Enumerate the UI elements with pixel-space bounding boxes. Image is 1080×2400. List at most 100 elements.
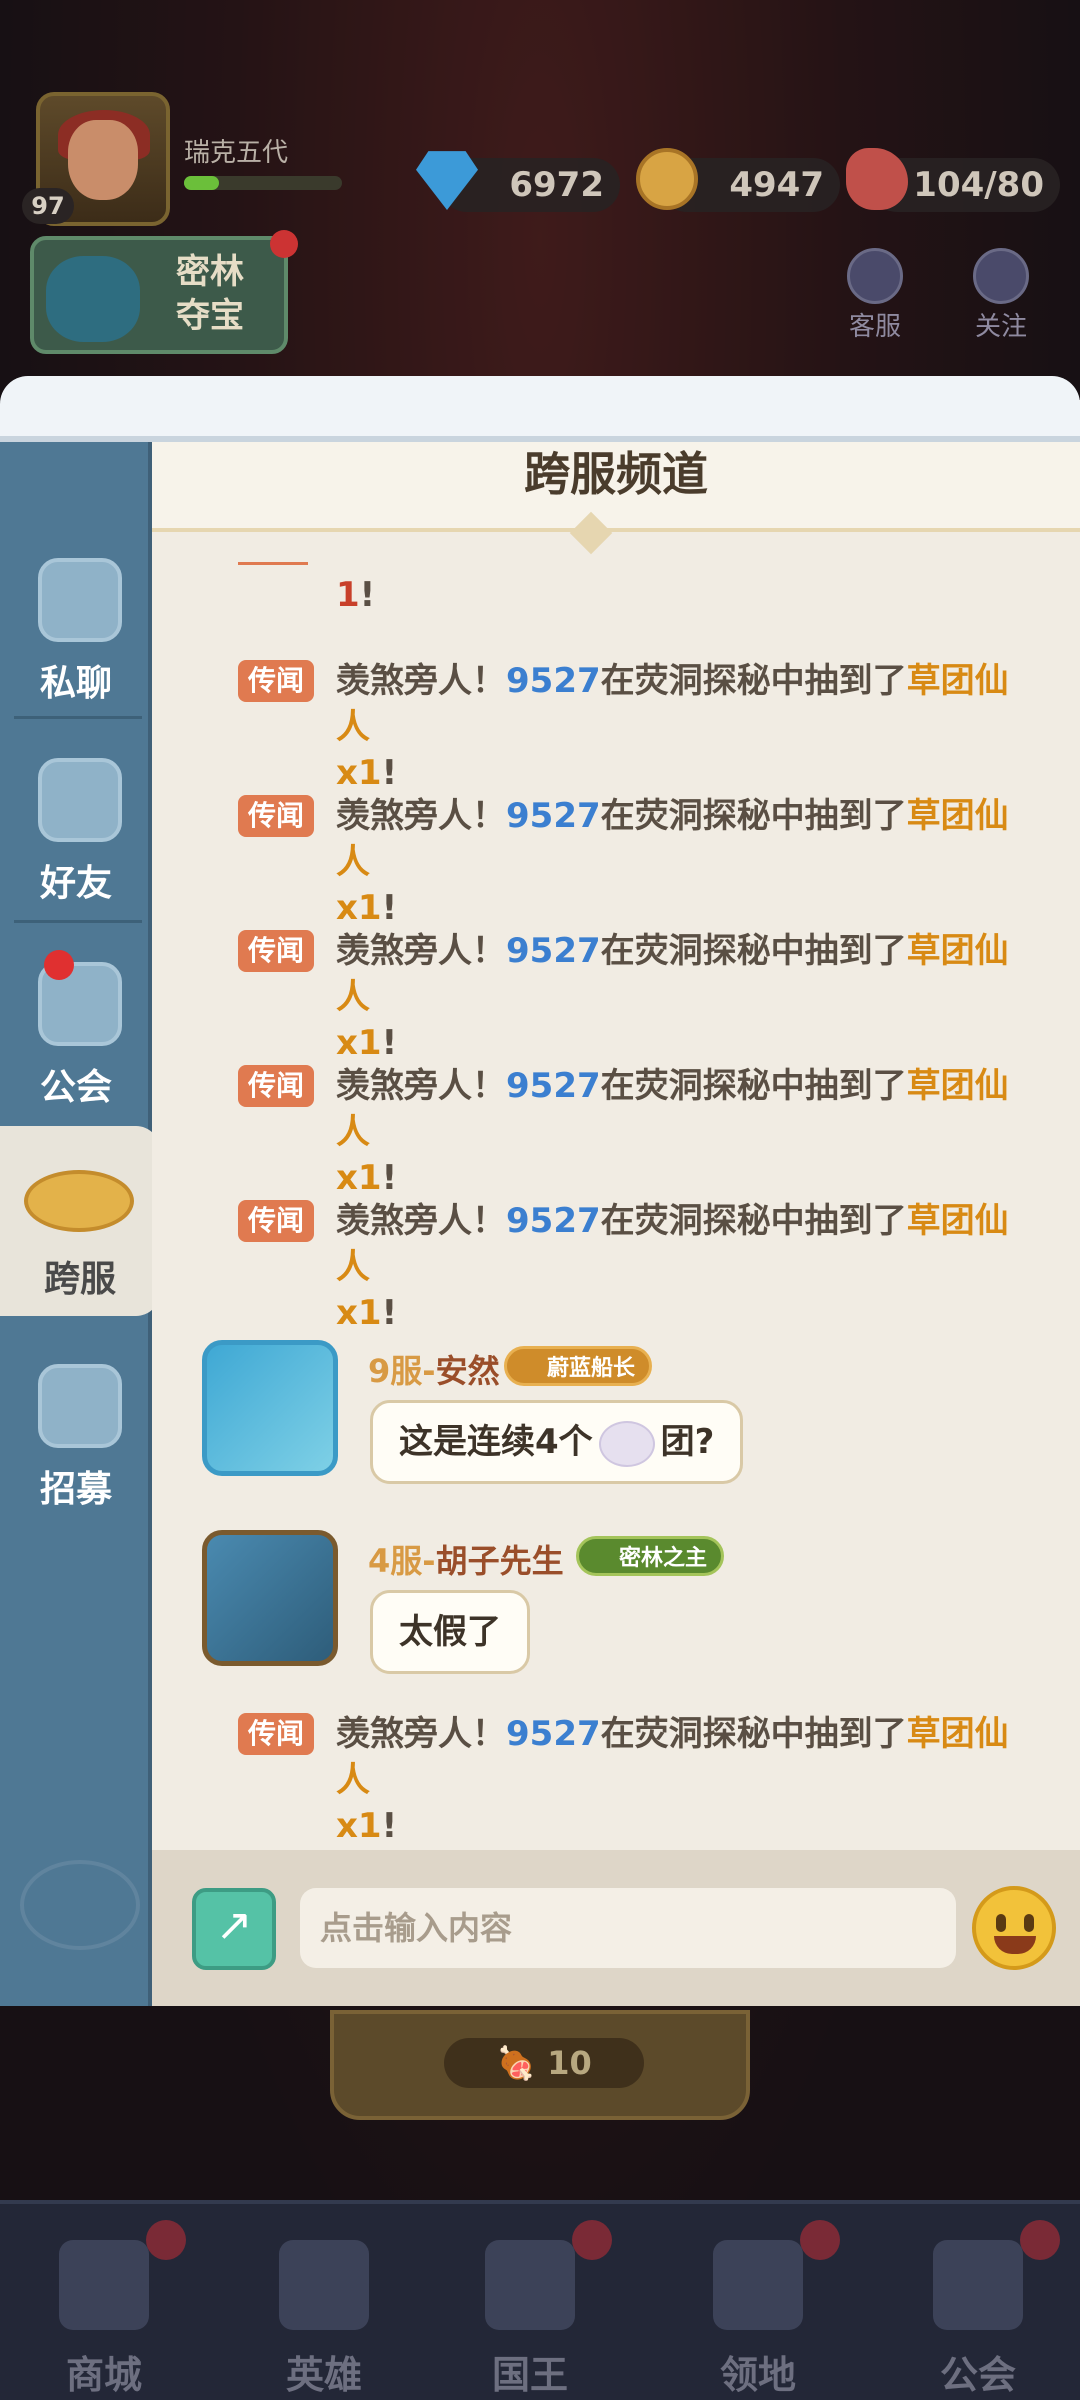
nav-label: 国王 — [491, 2353, 568, 2397]
rumor-message: 传闻 羡煞旁人！9527在荧洞探秘中抽到了草团仙人 x1! — [152, 660, 1080, 793]
rumor-prefix: 羡煞旁人！ — [336, 1714, 506, 1754]
rumor-suffix: ! — [381, 1023, 398, 1063]
nav-shop[interactable]: 商城 — [14, 2204, 194, 2400]
tab-label: 私聊 — [39, 663, 112, 704]
rumor-qty: x1 — [336, 888, 382, 928]
tab-recruit[interactable]: 招募 — [0, 1336, 152, 1526]
tree-icon — [46, 256, 140, 342]
chat-message-input[interactable] — [300, 1888, 956, 1968]
rumor-middle: 在荧洞探秘中抽到了 — [600, 796, 907, 836]
chat-channel-sidebar: 私聊 好友 公会 跨服 招募 — [0, 410, 160, 2006]
tab-label: 公会 — [39, 1067, 112, 1108]
chat-bubble: 太假了 — [370, 1590, 530, 1674]
rumor-user[interactable]: 9527 — [506, 931, 601, 971]
share-button[interactable] — [192, 1888, 276, 1970]
gem-counter[interactable]: 6972 — [416, 151, 620, 212]
event-label-line1: 密林 — [176, 252, 244, 292]
service-label: 客服 — [848, 312, 901, 342]
rumor-middle: 在荧洞探秘中抽到了 — [600, 931, 907, 971]
rumor-text: 羡煞旁人！9527在荧洞探秘中抽到了草团仙人 x1! — [336, 1063, 1036, 1201]
event-label: 密林 夺宝 — [150, 250, 270, 338]
rumor-middle: 在荧洞探秘中抽到了 — [600, 1201, 907, 1241]
nav-territory[interactable]: 领地 — [668, 2204, 848, 2400]
rumor-tag-edge — [238, 562, 308, 565]
rumor-suffix: ! — [381, 753, 398, 793]
header-ornament — [569, 511, 613, 555]
gem-value: 6972 — [509, 165, 604, 205]
sender-server: 9服- — [368, 1352, 436, 1390]
rumor-qty: x1 — [336, 1158, 382, 1198]
tab-cross-server[interactable]: 跨服 — [0, 1126, 160, 1316]
diamond-icon — [416, 151, 478, 210]
summon-cost: 🍖 10 — [444, 2038, 644, 2088]
tab-label: 招募 — [39, 1469, 112, 1510]
jungle-treasure-event[interactable]: 密林 夺宝 — [30, 230, 298, 354]
chat-panel: 跨服频道 1! 传闻 羡煞旁人！9527在荧洞探秘中抽到了草团仙人 x1! 传闻 … — [152, 400, 1080, 2006]
rumor-user[interactable]: 9527 — [506, 796, 601, 836]
gold-counter[interactable]: 4947 — [636, 148, 840, 212]
rumor-tag: 传闻 — [238, 1065, 314, 1107]
tab-private-chat[interactable]: 私聊 — [0, 530, 152, 720]
sender-nickname: 胡子先生 — [435, 1542, 564, 1580]
chat-bubble: 这是连续4个 团? — [370, 1400, 744, 1484]
player-message: 4服-胡子先生 密林之主 太假了 — [152, 1530, 1080, 1710]
rumor-qty: x1 — [336, 1806, 382, 1846]
tab-label: 好友 — [39, 863, 112, 904]
rumor-suffix: ! — [381, 1293, 398, 1333]
notification-dot — [146, 2220, 186, 2260]
rumor-suffix: ! — [381, 1158, 398, 1198]
rumor-text: 羡煞旁人！9527在荧洞探秘中抽到了草团仙人 x1! — [336, 928, 1036, 1066]
customer-service-button[interactable]: 客服 — [840, 248, 910, 343]
sender-name[interactable]: 9服-安然 — [368, 1346, 500, 1392]
rumor-text: 羡煞旁人！9527在荧洞探秘中抽到了草团仙人 x1! — [336, 658, 1036, 796]
rumor-middle: 在荧洞探秘中抽到了 — [600, 661, 907, 701]
player-level-badge: 97 — [22, 188, 74, 224]
nav-label: 公会 — [939, 2353, 1016, 2397]
follow-button[interactable]: 关注 — [966, 248, 1036, 343]
follow-label: 关注 — [974, 312, 1027, 342]
xp-bar — [184, 176, 342, 190]
rumor-qty: x1 — [336, 1293, 382, 1333]
rumor-tag: 传闻 — [238, 1713, 314, 1755]
cloud-sticker-icon — [598, 1420, 655, 1467]
notification-dot — [572, 2220, 612, 2260]
stamina-counter[interactable]: 104/80 — [846, 148, 1060, 212]
nav-label: 领地 — [719, 2353, 796, 2397]
emoji-button[interactable] — [972, 1886, 1056, 1970]
rumor-prefix: 羡煞旁人！ — [336, 931, 506, 971]
castle-icon — [713, 2240, 803, 2330]
player-message: 9服-安然 蔚蓝船长 这是连续4个 团? — [152, 1340, 1080, 1520]
player-avatar[interactable] — [202, 1530, 338, 1666]
rumor-user[interactable]: 9527 — [506, 1066, 601, 1106]
player-name: 瑞克五代 — [184, 138, 289, 168]
player-avatar[interactable] — [202, 1340, 338, 1476]
partial-message-number: 1 — [336, 575, 360, 615]
tab-label: 跨服 — [43, 1259, 116, 1300]
rumor-text: 羡煞旁人！9527在荧洞探秘中抽到了草团仙人 x1! — [336, 1711, 1036, 1848]
rumor-user[interactable]: 9527 — [506, 661, 601, 701]
rumor-user[interactable]: 9527 — [506, 1714, 601, 1754]
rumor-qty: x1 — [336, 1023, 382, 1063]
nav-label: 商城 — [65, 2353, 142, 2397]
rumor-tag: 传闻 — [238, 795, 314, 837]
nav-heroes[interactable]: 英雄 — [234, 2204, 414, 2400]
planet-watermark-icon — [20, 1860, 140, 1950]
gold-value: 4947 — [729, 165, 824, 205]
shop-icon — [59, 2240, 149, 2330]
tab-friends[interactable]: 好友 — [0, 730, 152, 920]
sender-name[interactable]: 4服-胡子先生 — [368, 1536, 564, 1582]
tab-guild[interactable]: 公会 — [0, 934, 152, 1124]
nav-king[interactable]: 国王 — [440, 2204, 620, 2400]
rumor-user[interactable]: 9527 — [506, 1201, 601, 1241]
notification-dot — [270, 230, 298, 258]
divider — [14, 716, 142, 719]
nav-guild[interactable]: 公会 — [888, 2204, 1068, 2400]
message-feed[interactable]: 1! 传闻 羡煞旁人！9527在荧洞探秘中抽到了草团仙人 x1! 传闻 羡煞旁人！… — [152, 560, 1080, 1848]
divider — [14, 920, 142, 923]
meat-icon — [846, 148, 908, 210]
summon-cost-value: 10 — [547, 2044, 592, 2082]
event-label-line2: 夺宝 — [176, 296, 244, 336]
bubble-text-tail: 团? — [660, 1422, 715, 1462]
helmet-icon — [279, 2240, 369, 2330]
rumor-prefix: 羡煞旁人！ — [336, 661, 506, 701]
